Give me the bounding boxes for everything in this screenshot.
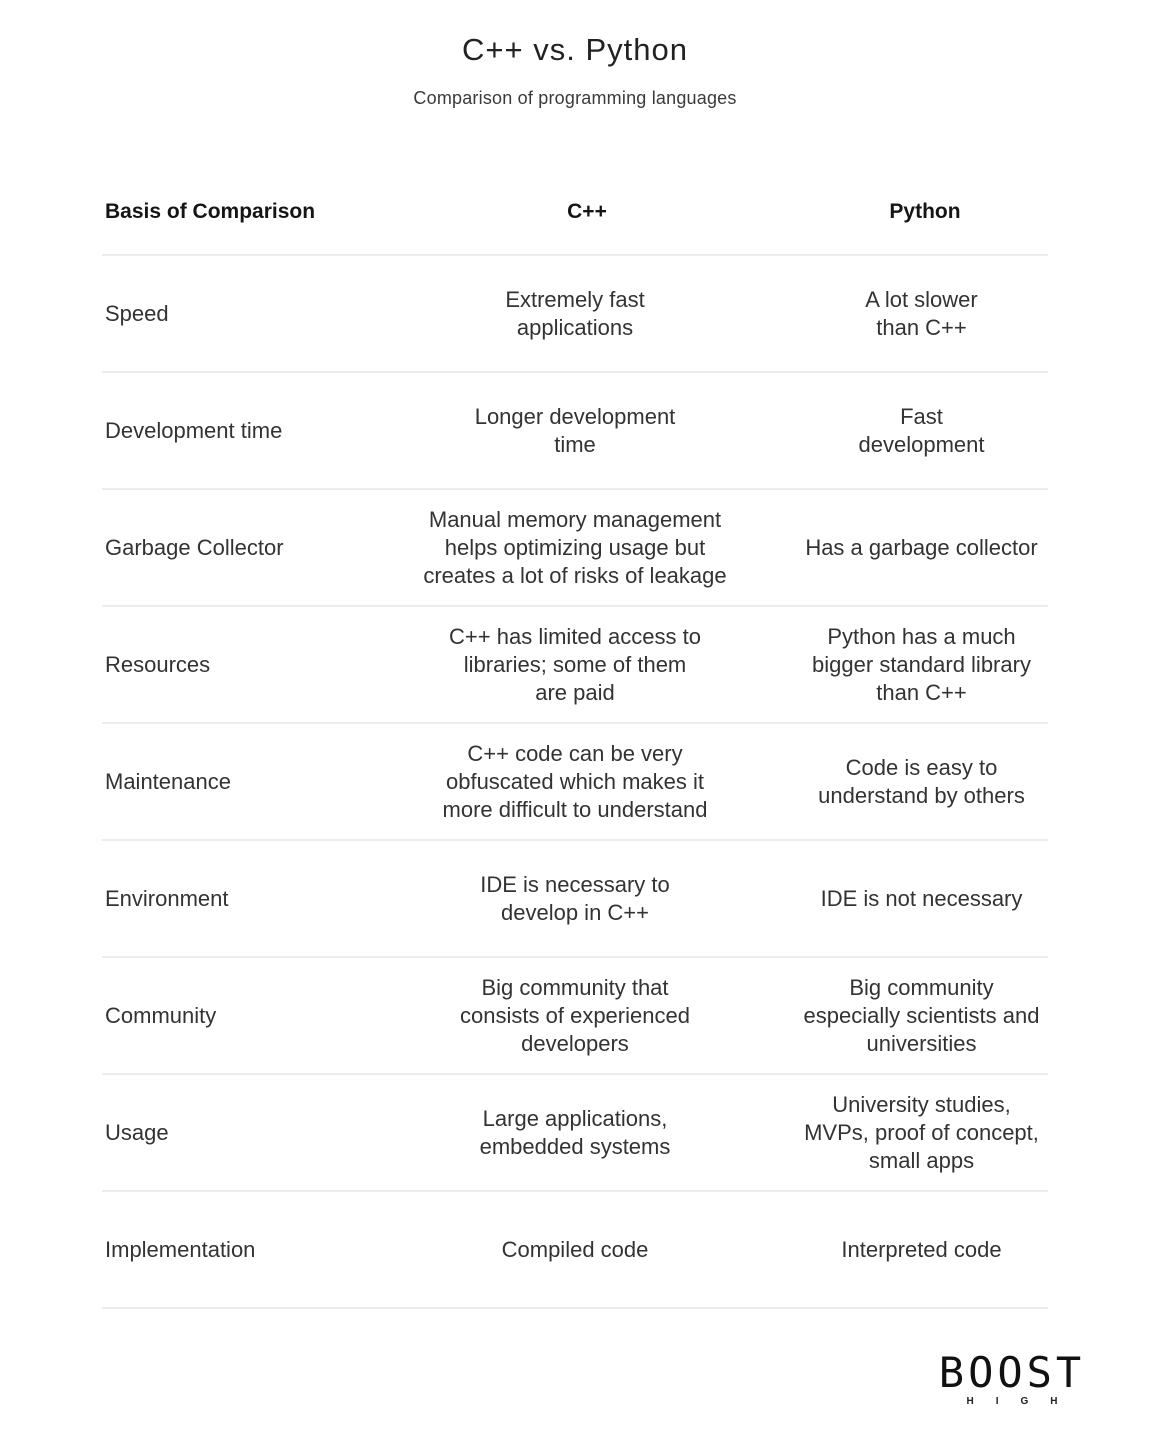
row-cpp-cell: C++ code can be very obfuscated which ma…: [442, 740, 708, 822]
table-row: Community Big community that consists of …: [102, 958, 1048, 1075]
row-basis-cell: Resources: [105, 651, 211, 677]
comparison-table: Basis of Comparison C++ Python Speed Extr…: [102, 170, 1048, 1309]
boost-high-logo: BOOST HIGH: [922, 1348, 1102, 1408]
row-basis-cell: Speed: [105, 300, 169, 326]
row-cpp-cell: Compiled code: [501, 1236, 649, 1262]
row-cpp-cell: Longer development time: [474, 403, 676, 457]
table-body: Speed Extremely fast applications A lot sl…: [102, 256, 1048, 1309]
logo-tagline: HIGH: [966, 1396, 1080, 1407]
column-header-python: Python: [889, 200, 961, 223]
row-basis-cell: Implementation: [105, 1236, 256, 1262]
row-basis-cell: Garbage Collector: [105, 534, 284, 560]
row-python-cell: Python has a much bigger standard librar…: [812, 623, 1031, 705]
row-basis-cell: Usage: [105, 1119, 169, 1145]
table-header-row: Basis of Comparison C++ Python: [102, 170, 1048, 256]
row-python-cell: Big community especially scientists and …: [803, 974, 1040, 1056]
table-row: Environment IDE is necessary to develop i…: [102, 841, 1048, 958]
table-row: Usage Large applications, embedded system…: [102, 1075, 1048, 1192]
row-python-cell: Fast development: [858, 403, 985, 457]
table-row: Development time Longer development time F…: [102, 373, 1048, 490]
row-python-cell: Interpreted code: [841, 1236, 1002, 1262]
table-row: Garbage Collector Manual memory managemen…: [102, 490, 1048, 607]
row-cpp-cell: Large applications, embedded systems: [479, 1105, 671, 1159]
row-python-cell: Has a garbage collector: [805, 534, 1038, 560]
row-cpp-cell: IDE is necessary to develop in C++: [480, 871, 670, 925]
table-row: Speed Extremely fast applications A lot sl…: [102, 256, 1048, 373]
row-cpp-cell: Big community that consists of experienc…: [460, 974, 690, 1056]
table-row: Implementation Compiled code Interpreted c…: [102, 1192, 1048, 1309]
page-title: C++ vs. Python: [462, 32, 688, 67]
row-basis-cell: Maintenance: [105, 768, 231, 794]
row-cpp-cell: C++ has limited access to libraries; som…: [449, 623, 701, 705]
row-python-cell: Code is easy to understand by others: [818, 754, 1025, 808]
logo-wordmark: BOOST: [938, 1348, 1086, 1397]
table-row: Resources C++ has limited access to libra…: [102, 607, 1048, 724]
row-cpp-cell: Extremely fast applications: [505, 286, 645, 340]
row-basis-cell: Environment: [105, 885, 229, 911]
row-python-cell: IDE is not necessary: [820, 885, 1023, 911]
row-python-cell: A lot slower than C++: [865, 286, 978, 340]
row-cpp-cell: Manual memory management helps optimizin…: [423, 506, 727, 588]
column-header-cpp: C++: [567, 200, 607, 223]
row-basis-cell: Community: [105, 1002, 217, 1028]
table-row: Maintenance C++ code can be very obfuscat…: [102, 724, 1048, 841]
row-python-cell: University studies, MVPs, proof of conce…: [804, 1091, 1039, 1173]
row-basis-cell: Development time: [105, 417, 283, 443]
column-header-basis: Basis of Comparison: [105, 200, 316, 223]
page-subtitle: Comparison of programming languages: [413, 88, 737, 108]
